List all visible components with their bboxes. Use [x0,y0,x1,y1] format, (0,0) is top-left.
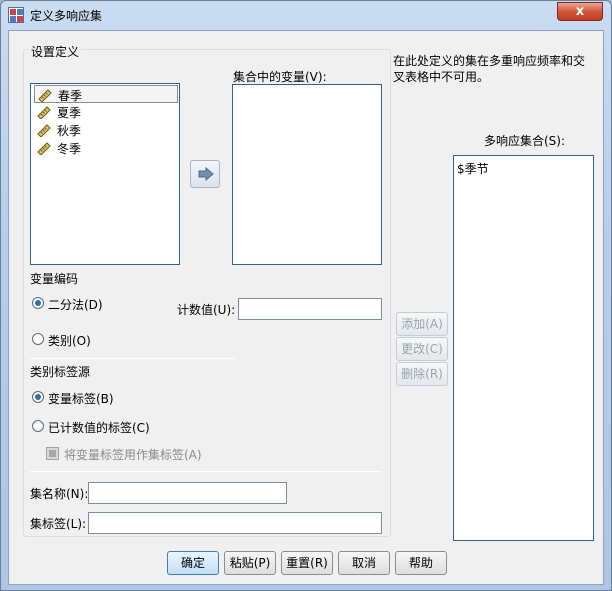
ruler-icon [37,124,51,137]
target-variable-list[interactable] [232,84,382,265]
variable-name: 春季 [58,89,83,103]
delete-button[interactable]: 删除(R) [396,362,448,386]
close-icon: x [575,4,585,19]
variable-name: 秋季 [57,124,82,138]
app-icon [8,7,24,23]
dialog-window: 定义多响应集 x 设置定义 在此处定义的集在多重响应频率和交 叉表格中不可用。 … [0,0,612,591]
set-name-label: 集名称(N): [30,487,89,501]
help-button[interactable]: 帮助 [395,551,447,575]
dichotomy-label: 二分法(D) [48,298,103,312]
close-button[interactable]: x [557,2,603,21]
paste-button[interactable]: 粘贴(P) [224,551,276,575]
reset-button[interactable]: 重置(R) [281,551,333,575]
list-item[interactable]: 秋季 [34,121,178,139]
counted-value-labels-radio[interactable] [32,420,44,432]
variable-name: 冬季 [57,142,82,156]
source-variable-list[interactable]: 春季 夏季 秋季 冬季 [30,83,180,265]
title-bar[interactable]: 定义多响应集 x [1,1,611,29]
info-text-line1: 在此处定义的集在多重响应频率和交 [393,54,586,68]
set-label-label: 集标签(L): [30,517,87,531]
dialog-client-area: 设置定义 在此处定义的集在多重响应频率和交 叉表格中不可用。 春季 夏季 秋季 … [8,30,604,585]
category-radio[interactable] [32,333,44,345]
set-label-input[interactable] [88,512,382,534]
ruler-icon [37,106,51,119]
move-to-set-button[interactable] [190,160,220,188]
label-source-title: 类别标签源 [30,365,91,379]
variable-name: 夏季 [57,106,82,120]
add-button[interactable]: 添加(A) [396,312,448,336]
ruler-icon [38,89,52,102]
use-var-label-checkbox[interactable] [46,447,59,460]
list-item[interactable]: $季节 [457,160,489,177]
target-list-label: 集合中的变量(V): [233,70,327,84]
arrow-right-icon [198,167,214,181]
variable-labels-radio[interactable] [32,391,44,403]
ok-button[interactable]: 确定 [167,551,219,575]
dichotomy-radio[interactable] [32,297,44,309]
counted-value-labels-label: 已计数值的标签(C) [48,421,150,435]
cancel-button[interactable]: 取消 [338,551,390,575]
window-title: 定义多响应集 [30,9,103,23]
category-label: 类别(O) [48,334,91,348]
list-item[interactable]: 冬季 [34,139,178,157]
response-sets-label: 多响应集合(S): [484,134,566,148]
divider [30,471,382,472]
divider [30,358,235,359]
response-sets-list[interactable]: $季节 [453,155,594,541]
set-definition-legend: 设置定义 [29,43,82,60]
variable-labels-label: 变量标签(B) [48,392,114,406]
change-button[interactable]: 更改(C) [396,337,448,361]
count-value-label: 计数值(U): [177,303,236,317]
use-var-label-label: 将变量标签用作集标签(A) [64,448,202,462]
set-name-input[interactable] [88,482,287,504]
list-item[interactable]: 夏季 [34,103,178,121]
ruler-icon [37,142,51,155]
list-item[interactable]: 春季 [34,85,178,103]
count-value-input[interactable] [238,298,382,320]
info-text-line2: 叉表格中不可用。 [393,70,490,84]
encoding-title: 变量编码 [30,272,79,286]
